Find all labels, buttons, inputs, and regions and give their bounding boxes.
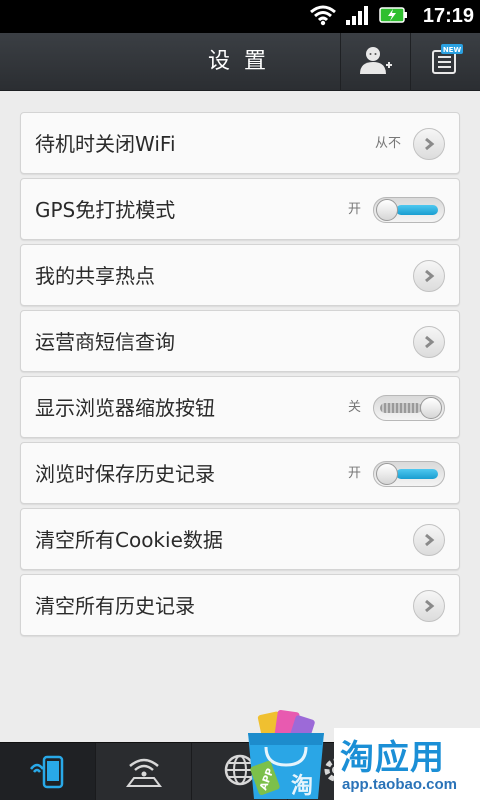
setting-value: 从不 xyxy=(374,136,401,151)
setting-label: 我的共享热点 xyxy=(35,264,155,288)
status-bar: 17:19 xyxy=(0,0,480,33)
setting-clear-history[interactable]: 清空所有历史记录 xyxy=(20,574,460,636)
taobao-app-banner[interactable]: 淘应用 app.taobao.com xyxy=(334,728,480,800)
status-clock: 17:19 xyxy=(422,5,474,27)
title-bar: 设置 NEW xyxy=(0,33,480,91)
chevron-right-icon[interactable] xyxy=(413,524,445,556)
menu-button[interactable]: NEW xyxy=(410,33,480,91)
add-user-button[interactable] xyxy=(340,33,410,91)
zoom-buttons-toggle[interactable] xyxy=(373,395,445,421)
setting-value: 开 xyxy=(347,202,361,217)
setting-label: 清空所有历史记录 xyxy=(35,594,195,618)
setting-label: 浏览时保存历史记录 xyxy=(35,462,215,486)
wifi-icon xyxy=(309,4,337,30)
new-badge: NEW xyxy=(442,46,461,54)
phone-wifi-icon xyxy=(28,751,68,793)
chevron-right-icon[interactable] xyxy=(413,128,445,160)
setting-save-history[interactable]: 浏览时保存历史记录 开 xyxy=(20,442,460,504)
chevron-right-icon[interactable] xyxy=(413,326,445,358)
setting-label: 显示浏览器缩放按钮 xyxy=(35,396,215,420)
setting-label: GPS免打扰模式 xyxy=(35,198,176,222)
chevron-right-icon[interactable] xyxy=(413,590,445,622)
setting-label: 运营商短信查询 xyxy=(35,330,175,354)
setting-clear-cookies[interactable]: 清空所有Cookie数据 xyxy=(20,508,460,570)
add-user-icon xyxy=(359,45,393,79)
setting-value: 开 xyxy=(347,466,361,481)
ad-title: 淘应用 xyxy=(340,738,445,778)
taobao-app-bag-icon[interactable]: APP 淘 xyxy=(242,707,330,800)
setting-carrier-sms[interactable]: 运营商短信查询 xyxy=(20,310,460,372)
setting-value: 关 xyxy=(347,400,361,415)
settings-list: 待机时关闭WiFi 从不 GPS免打扰模式 开 我的共享热点 运营商短信查询 显… xyxy=(20,112,460,640)
setting-gps-dnd[interactable]: GPS免打扰模式 开 xyxy=(20,178,460,240)
page-title: 设置 xyxy=(207,49,280,74)
setting-zoom-buttons[interactable]: 显示浏览器缩放按钮 关 xyxy=(20,376,460,438)
signal-icon xyxy=(345,4,371,30)
hotspot-icon xyxy=(124,752,164,792)
tab-phone-wifi[interactable] xyxy=(0,743,96,800)
setting-label: 清空所有Cookie数据 xyxy=(35,528,223,552)
battery-charging-icon xyxy=(379,5,409,29)
setting-wifi-standby[interactable]: 待机时关闭WiFi 从不 xyxy=(20,112,460,174)
ad-url: app.taobao.com xyxy=(342,776,458,793)
setting-label: 待机时关闭WiFi xyxy=(35,132,176,156)
chevron-right-icon[interactable] xyxy=(413,260,445,292)
setting-my-hotspot[interactable]: 我的共享热点 xyxy=(20,244,460,306)
tab-hotspot[interactable] xyxy=(96,743,192,800)
menu-new-icon: NEW xyxy=(429,44,463,80)
save-history-toggle[interactable] xyxy=(373,461,445,487)
ad-bag-char: 淘 xyxy=(291,773,313,799)
gps-dnd-toggle[interactable] xyxy=(373,197,445,223)
